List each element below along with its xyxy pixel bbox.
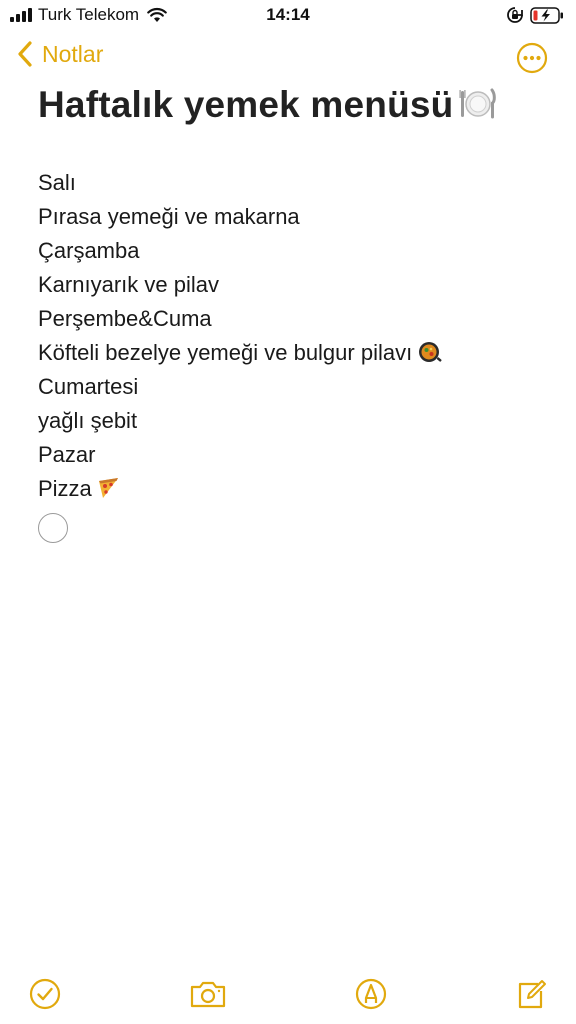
orientation-lock-icon: [507, 7, 523, 23]
checklist-checkbox[interactable]: [38, 513, 68, 543]
note-line-text: Pizza: [38, 476, 92, 501]
note-line-with-emoji: Köfteli bezelye yemeği ve bulgur pilavı: [38, 336, 442, 370]
note-title[interactable]: Haftalık yemek menüsü: [38, 84, 497, 126]
note-title-text: Haftalık yemek menüsü: [38, 84, 454, 125]
pizza-slice-icon: [98, 478, 118, 498]
battery-charging-icon: [530, 6, 563, 24]
note-line: Çarşamba: [38, 238, 140, 263]
status-bar: Turk Telekom 14:14: [0, 0, 576, 30]
note-line-text: Köfteli bezelye yemeği ve bulgur pilavı: [38, 340, 413, 365]
navigation-bar: Notlar: [0, 40, 576, 80]
note-body[interactable]: Salı Pırasa yemeği ve makarna Çarşamba K…: [38, 166, 442, 506]
note-line: Karnıyarık ve pilav: [38, 272, 219, 297]
markup-pen-icon[interactable]: [353, 976, 389, 1012]
camera-icon[interactable]: [188, 976, 228, 1012]
status-time: 14:14: [266, 5, 310, 24]
plate-fork-knife-icon: [459, 88, 497, 119]
note-line: Perşembe&Cuma: [38, 306, 212, 331]
note-line-with-emoji: Pizza: [38, 472, 442, 506]
compose-icon[interactable]: [513, 976, 549, 1012]
note-line: yağlı şebit: [38, 408, 138, 433]
notes-screen: Turk Telekom 14:14 Notlar Haftalık yemek…: [0, 0, 576, 1024]
note-line: Salı: [38, 170, 76, 195]
note-line: Pazar: [38, 442, 96, 467]
bottom-toolbar: [0, 964, 576, 1024]
checklist-icon[interactable]: [27, 976, 63, 1012]
ellipsis-circle-icon[interactable]: [516, 42, 548, 74]
note-line: Pırasa yemeği ve makarna: [38, 204, 300, 229]
chevron-left-icon: [18, 41, 32, 67]
shallow-pan-of-food-icon: [419, 342, 442, 362]
back-button[interactable]: Notlar: [16, 40, 103, 68]
status-right: [506, 6, 564, 24]
back-label: Notlar: [42, 40, 104, 67]
note-line: Cumartesi: [38, 374, 139, 399]
